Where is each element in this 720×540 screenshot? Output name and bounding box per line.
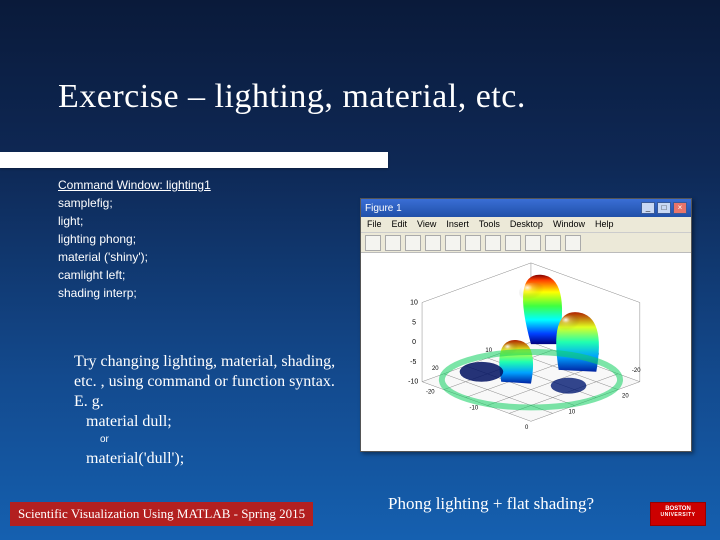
svg-text:0: 0 <box>412 339 416 346</box>
svg-text:20: 20 <box>622 394 629 400</box>
boston-university-logo: BOSTON UNIVERSITY <box>650 502 706 526</box>
menu-view[interactable]: View <box>417 219 436 230</box>
svg-text:-5: -5 <box>410 359 416 366</box>
maximize-button[interactable]: □ <box>657 202 671 214</box>
close-button[interactable]: × <box>673 202 687 214</box>
accent-bar <box>0 152 388 168</box>
menu-edit[interactable]: Edit <box>392 219 408 230</box>
toolbar-button[interactable] <box>425 235 441 251</box>
figure-title: Figure 1 <box>365 203 402 214</box>
slide-title: Exercise – lighting, material, etc. <box>0 0 720 116</box>
cmd-line: shading interp; <box>58 286 358 300</box>
tip-example-2: material('dull'); <box>74 449 344 469</box>
toolbar-button[interactable] <box>445 235 461 251</box>
svg-text:-10: -10 <box>470 405 479 411</box>
tip-body: Try changing lighting, material, shading… <box>74 353 335 410</box>
menu-tools[interactable]: Tools <box>479 219 500 230</box>
cmd-line: material ('shiny'); <box>58 250 358 264</box>
tip-text: Try changing lighting, material, shading… <box>74 352 344 469</box>
cmd-line: lighting phong; <box>58 232 358 246</box>
svg-text:10: 10 <box>569 409 576 415</box>
figure-canvas: -10 -5 0 5 10 -20 -10 0 10 20 -20 -10 0 … <box>361 253 691 451</box>
toolbar-button[interactable] <box>485 235 501 251</box>
figure-toolbar <box>361 233 691 253</box>
menu-desktop[interactable]: Desktop <box>510 219 543 230</box>
toolbar-button[interactable] <box>365 235 381 251</box>
toolbar-button[interactable] <box>465 235 481 251</box>
surface-plot: -10 -5 0 5 10 -20 -10 0 10 20 -20 -10 0 … <box>361 253 691 451</box>
svg-text:-20: -20 <box>632 368 641 374</box>
logo-line2: UNIVERSITY <box>653 513 703 519</box>
command-window-heading: Command Window: lighting1 <box>58 178 358 192</box>
figure-menubar: File Edit View Insert Tools Desktop Wind… <box>361 217 691 233</box>
menu-insert[interactable]: Insert <box>446 219 469 230</box>
matlab-figure-window: Figure 1 _ □ × File Edit View Insert Too… <box>360 198 692 452</box>
toolbar-button[interactable] <box>545 235 561 251</box>
footer-label: Scientific Visualization Using MATLAB - … <box>10 502 313 526</box>
window-buttons: _ □ × <box>641 202 687 214</box>
svg-text:-20: -20 <box>426 390 435 396</box>
command-window-block: Command Window: lighting1 samplefig; lig… <box>58 178 358 304</box>
cmd-line: camlight left; <box>58 268 358 282</box>
svg-text:0: 0 <box>525 425 529 431</box>
svg-text:-10: -10 <box>408 379 418 386</box>
minimize-button[interactable]: _ <box>641 202 655 214</box>
figure-titlebar: Figure 1 _ □ × <box>361 199 691 217</box>
menu-file[interactable]: File <box>367 219 382 230</box>
tip-or: or <box>74 434 344 447</box>
toolbar-button[interactable] <box>525 235 541 251</box>
menu-help[interactable]: Help <box>595 219 614 230</box>
toolbar-button[interactable] <box>505 235 521 251</box>
tip-example-1: material dull; <box>74 412 344 432</box>
menu-window[interactable]: Window <box>553 219 585 230</box>
cmd-line: light; <box>58 214 358 228</box>
toolbar-button[interactable] <box>405 235 421 251</box>
cmd-line: samplefig; <box>58 196 358 210</box>
svg-text:5: 5 <box>412 319 416 326</box>
svg-text:20: 20 <box>432 366 439 372</box>
svg-text:10: 10 <box>410 299 418 306</box>
toolbar-button[interactable] <box>565 235 581 251</box>
toolbar-button[interactable] <box>385 235 401 251</box>
figure-caption: Phong lighting + flat shading? <box>388 494 594 514</box>
